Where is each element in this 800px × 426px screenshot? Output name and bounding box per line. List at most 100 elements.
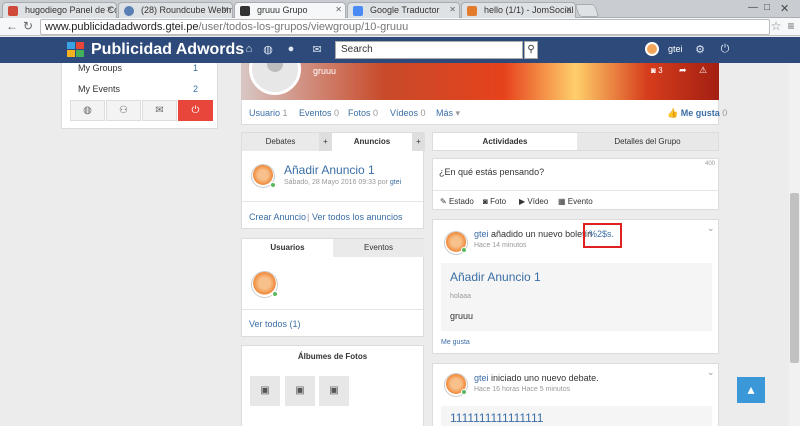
tab-label: hugodiego Panel de Con [25,5,117,15]
chevron-down-icon[interactable]: ⌄ [707,223,715,234]
brand-title[interactable]: Publicidad Adwords [91,41,244,59]
photo-action[interactable]: ◙ Foto [483,197,506,206]
user-icon[interactable]: ● [284,43,298,55]
status-textarea[interactable]: ¿En qué estás pensando? [439,167,544,177]
menu-icon[interactable]: ≡ [783,19,799,33]
page-scrollbar[interactable] [789,63,800,426]
attachment-title[interactable]: Añadir Anuncio 1 [450,270,541,284]
feed-user-link[interactable]: gtei [474,373,489,383]
sidebar-item-events[interactable]: My Events [78,84,120,94]
add-debate-icon[interactable]: + [319,133,332,151]
browser-tab-3[interactable]: gruuu Grupo ✕ [234,2,346,19]
scrollbar-thumb[interactable] [790,193,799,363]
feed-user-link[interactable]: gtei [474,229,489,239]
like-count: 0 [722,108,728,118]
like-link[interactable]: Me gusta [441,339,470,346]
stat-count: 0 [420,108,426,118]
stat-count: 0 [334,108,340,118]
like-button[interactable]: 👍 Me gusta 0 [667,108,727,119]
browser-tab-1[interactable]: hugodiego Panel de Con ✕ [2,2,117,18]
announcement-date: Sábado, 28 Mayo 2016 09:33 por [284,179,388,186]
add-announcement-icon[interactable]: + [412,133,425,151]
home-icon[interactable]: ⌂ [242,43,256,55]
stat-users[interactable]: Usuario 1 [249,108,288,118]
albums-card: Álbumes de Fotos ▣ ▣ ▣ [241,345,424,426]
power-icon[interactable]: ⏻ [178,100,213,121]
power-icon[interactable]: ⏻ [718,43,732,56]
photo-album-icon[interactable]: ▣ [285,376,315,406]
status-action[interactable]: ✎ Estado [440,197,474,206]
announcement-meta: Sábado, 28 Mayo 2016 09:33 por gtei [284,179,401,186]
feed-placeholder-text: %2$s. [589,229,615,239]
reload-icon[interactable]: ↻ [20,19,36,33]
tab-favicon-icon [353,6,363,16]
back-icon[interactable]: ← [4,19,20,33]
more-menu[interactable]: Más ▾ [436,108,460,119]
stat-photos[interactable]: Fotos 0 [348,108,378,118]
photo-album-icon[interactable]: ▣ [250,376,280,406]
browser-tab-5[interactable]: hello (1/1) - JomSocial Fo✕ [461,2,576,18]
divider [433,190,718,191]
stat-events[interactable]: Eventos 0 [299,108,339,118]
close-icon[interactable]: ✕ [106,5,113,14]
video-action[interactable]: ▶ Vídeo [519,197,548,206]
view-all-announcements-link[interactable]: Ver todos los anuncios [312,212,403,222]
logo-icon [67,42,85,57]
browser-tab-2[interactable]: (28) Roundcube Webmail ✕ [118,2,233,18]
tab-users[interactable]: Usuarios [242,239,333,257]
mail-icon[interactable]: ✉ [142,100,177,121]
announcement-author[interactable]: gtei [390,179,401,186]
bookmark-star-icon[interactable]: ☆ [768,19,784,33]
attachment-subtitle: holaaa [450,293,472,300]
friends-icon[interactable]: ⚇ [106,100,141,121]
debate-title[interactable]: 1111111111111111 [450,411,543,425]
url-input[interactable]: www.publicidadadwords.gtei.pe/user/todos… [40,19,770,35]
close-icon[interactable]: ✕ [335,5,342,14]
tab-debates[interactable]: Debates [242,133,319,151]
browser-tab-4[interactable]: Google Traductor ✕ [347,2,460,18]
feed-item: gtei añadido un nuevo boletín %2$s. Hace… [432,219,719,354]
event-action[interactable]: ▦ Evento [558,197,593,206]
char-counter: 400 [705,161,716,167]
view-all-members-link[interactable]: Ver todos (1) [249,319,301,329]
feed-headline: gtei añadido un nuevo boletín [474,229,592,239]
announcement-title[interactable]: Añadir Anuncio 1 [284,163,375,177]
report-icon[interactable]: ⚠ [699,65,707,76]
search-icon[interactable]: ⚲ [524,41,538,59]
gear-icon[interactable]: ⚙ [693,43,707,56]
chevron-down-icon[interactable]: ⌄ [707,367,715,378]
stat-videos[interactable]: Vídeos 0 [390,108,426,118]
share-icon[interactable]: ➦ [679,65,687,76]
attachment-body: gruuu [450,311,474,321]
close-window-button[interactable]: ✕ [780,2,789,15]
camera-icon: ◙ [651,66,656,75]
avatar[interactable] [645,42,659,56]
back-to-top-button[interactable]: ▴ [737,377,765,403]
close-icon[interactable]: ✕ [222,5,229,14]
sidebar-item-groups[interactable]: My Groups [78,63,122,73]
globe-icon[interactable]: ◍ [70,100,105,121]
tab-anuncios[interactable]: Anuncios [332,133,412,151]
photo-album-icon[interactable]: ▣ [319,376,349,406]
close-icon[interactable]: ✕ [449,5,456,14]
tab-activities[interactable]: Actividades [433,133,577,150]
groups-count: 1 [193,63,199,73]
tab-group-details[interactable]: Detalles del Grupo [577,133,718,150]
stat-label: Usuario [249,108,281,118]
search-input[interactable]: Search [335,41,523,59]
username[interactable]: gtei [668,44,683,54]
close-icon[interactable]: ✕ [565,5,572,14]
activity-tabs: Actividades Detalles del Grupo [432,132,719,151]
new-tab-button[interactable] [574,4,600,17]
tab-label: gruuu Grupo [257,5,308,15]
minimize-button[interactable]: — [748,2,758,13]
maximize-button[interactable]: □ [764,2,770,13]
feed-text: añadido un nuevo boletín [491,229,593,239]
tab-events[interactable]: Eventos [333,239,424,257]
albums-title: Álbumes de Fotos [297,352,368,361]
mail-icon[interactable]: ✉ [310,43,324,56]
action-label: Foto [490,197,507,206]
online-status-dot [461,247,467,253]
globe-icon[interactable]: ◍ [261,43,275,56]
create-announcement-link[interactable]: Crear Anuncio [249,212,306,222]
